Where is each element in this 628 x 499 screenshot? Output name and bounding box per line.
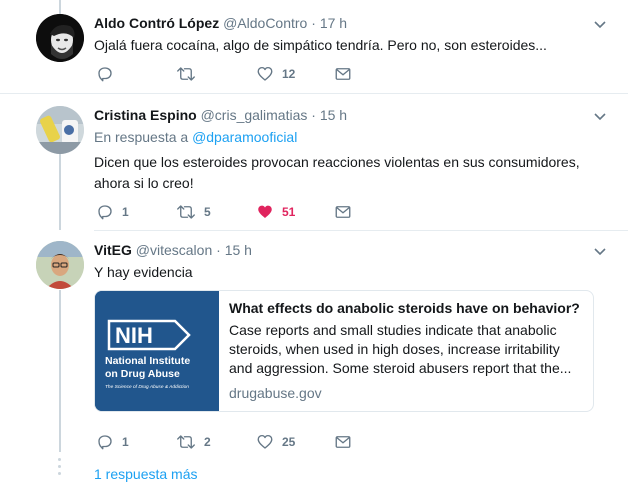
reply-button[interactable]: 1 (96, 202, 129, 222)
like-button[interactable]: 51 (256, 202, 295, 222)
reply-to-link[interactable]: @dparamooficial (192, 129, 297, 145)
separator-dot: · (216, 242, 221, 258)
reply-count: 1 (122, 435, 129, 449)
like-button[interactable]: 12 (256, 64, 295, 84)
link-card[interactable]: NIH National Institute on Drug Abuse The… (94, 290, 594, 412)
chevron-down-icon[interactable] (594, 243, 606, 261)
direct-message-button[interactable] (334, 202, 352, 222)
author-name[interactable]: Aldo Contró López (94, 15, 219, 31)
card-description: Case reports and small studies indicate … (229, 322, 572, 376)
tweet-header: VitEG @vitescalon · 15 h (94, 241, 606, 259)
nih-logo: NIH National Institute on Drug Abuse The… (95, 291, 219, 411)
like-count: 51 (282, 205, 296, 219)
heart-icon (258, 205, 272, 218)
card-title[interactable]: What effects do anabolic steroids have o… (229, 299, 583, 318)
direct-message-button[interactable] (334, 64, 352, 84)
retweet-count: 2 (204, 435, 211, 449)
reply-context: En respuesta a @dparamooficial (94, 128, 606, 146)
retweet-button[interactable]: 5 (176, 202, 211, 222)
retweet-icon (177, 67, 195, 81)
avatar[interactable] (36, 106, 84, 154)
reply-count: 1 (122, 205, 129, 219)
heart-icon (257, 434, 273, 449)
logo-mark: NIH (115, 323, 153, 348)
direct-message-button[interactable] (334, 432, 352, 452)
reply-icon (98, 435, 112, 450)
heart-icon (257, 66, 273, 81)
show-more-replies-link[interactable]: 1 respuesta más (94, 466, 198, 482)
tweet-header: Aldo Contró López @AldoContro · 17 h (94, 14, 606, 32)
card-domain: drugabuse.gov (229, 385, 322, 401)
envelope-icon (335, 68, 351, 80)
separator-dot: · (311, 15, 316, 31)
retweet-button[interactable] (176, 64, 204, 84)
retweet-icon (177, 205, 195, 219)
tweet-text: Y hay evidencia (94, 264, 193, 280)
reply-icon (98, 67, 112, 82)
tweet-header: Cristina Espino @cris_galimatias · 15 h (94, 106, 606, 124)
separator-dot: · (311, 107, 316, 123)
logo-line1: National Institute (105, 355, 190, 367)
chevron-down-icon[interactable] (594, 16, 606, 34)
like-button[interactable]: 25 (256, 432, 295, 452)
logo-tagline: The Science of Drug Abuse & Addiction (105, 384, 189, 390)
tweet-text: Dicen que los esteroides provocan reacci… (94, 154, 580, 191)
retweet-button[interactable]: 2 (176, 432, 211, 452)
like-count: 12 (282, 67, 296, 81)
reply-button[interactable]: 1 (96, 432, 129, 452)
reply-button[interactable] (96, 64, 122, 84)
timestamp[interactable]: 15 h (320, 107, 347, 123)
thread-dots (58, 458, 62, 479)
author-handle[interactable]: @vitescalon (136, 242, 212, 258)
avatar[interactable] (36, 14, 84, 62)
envelope-icon (335, 206, 351, 218)
tweet-cristina[interactable]: Cristina Espino @cris_galimatias · 15 h … (0, 94, 628, 234)
nih-logo-image: NIH National Institute on Drug Abuse The… (95, 291, 219, 411)
avatar[interactable] (36, 241, 84, 289)
author-handle[interactable]: @cris_galimatias (201, 107, 308, 123)
timestamp[interactable]: 15 h (225, 242, 252, 258)
reply-icon (98, 205, 112, 220)
tweet-text: Ojalá fuera cocaína, algo de simpático t… (94, 37, 547, 53)
retweet-icon (177, 435, 195, 449)
tweet-aldo[interactable]: Aldo Contró López @AldoContro · 17 h Oja… (0, 0, 628, 92)
author-name[interactable]: VitEG (94, 242, 132, 258)
author-handle[interactable]: @AldoContro (223, 15, 307, 31)
author-name[interactable]: Cristina Espino (94, 107, 197, 123)
chevron-down-icon[interactable] (594, 108, 606, 126)
timestamp[interactable]: 17 h (320, 15, 347, 31)
logo-line2: on Drug Abuse (105, 368, 180, 380)
like-count: 25 (282, 435, 296, 449)
retweet-count: 5 (204, 205, 211, 219)
reply-prefix: En respuesta a (94, 129, 189, 145)
envelope-icon (335, 436, 351, 448)
